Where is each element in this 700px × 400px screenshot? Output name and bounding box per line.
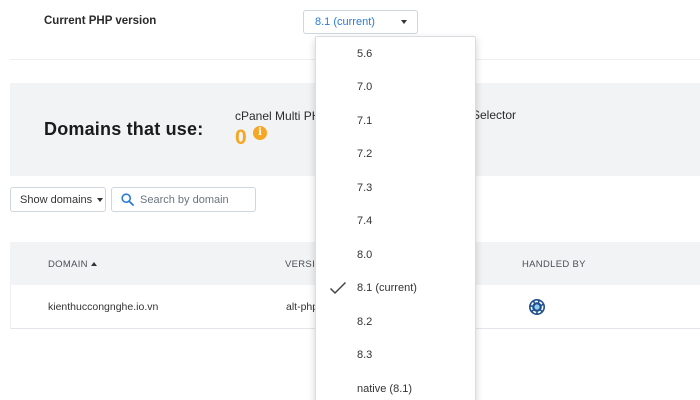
show-domains-label: Show domains xyxy=(20,193,93,206)
php-version-dropdown: 5.6 7.0 7.1 7.2 7.3 7.4 8.0 8.1 (current… xyxy=(315,36,476,400)
search-box[interactable] xyxy=(111,187,256,212)
info-icon[interactable]: i xyxy=(253,126,267,140)
panel-subtitle-right: Selector xyxy=(472,108,517,122)
chevron-down-icon xyxy=(97,197,104,202)
dropdown-option-8-3[interactable]: 8.3 xyxy=(316,339,475,372)
dropdown-option-7-3[interactable]: 7.3 xyxy=(316,171,475,204)
dropdown-option-7-0[interactable]: 7.0 xyxy=(316,71,475,104)
version-cell: alt-php xyxy=(286,301,319,313)
show-domains-button[interactable]: Show domains xyxy=(10,187,106,212)
php-version-select[interactable]: 8.1 (current) xyxy=(303,10,418,34)
column-header-handled-by: HANDLED BY xyxy=(522,259,586,270)
current-php-version-label: Current PHP version xyxy=(44,15,157,27)
search-icon xyxy=(121,193,134,206)
domains-count: 0 xyxy=(235,126,247,149)
check-icon xyxy=(329,281,347,294)
chevron-down-icon xyxy=(401,20,407,24)
dropdown-option-5-6[interactable]: 5.6 xyxy=(316,37,475,70)
dropdown-option-native[interactable]: native (8.1) xyxy=(316,372,475,400)
search-domain-input[interactable] xyxy=(140,193,248,206)
dropdown-option-8-0[interactable]: 8.0 xyxy=(316,238,475,271)
panel-subtitle-left: cPanel Multi PH xyxy=(235,109,321,123)
sort-ascending-icon xyxy=(90,262,97,266)
domain-cell[interactable]: kienthuccongnghe.io.vn xyxy=(48,301,158,313)
dropdown-option-8-1[interactable]: 8.1 (current) xyxy=(316,272,475,305)
domains-title: Domains that use: xyxy=(44,119,204,139)
dropdown-option-7-1[interactable]: 7.1 xyxy=(316,104,475,137)
dropdown-option-7-4[interactable]: 7.4 xyxy=(316,205,475,238)
column-header-domain-label: DOMAIN xyxy=(48,259,88,270)
cloudlinux-icon xyxy=(529,299,545,315)
php-version-select-value: 8.1 (current) xyxy=(315,16,375,28)
dropdown-option-7-2[interactable]: 7.2 xyxy=(316,138,475,171)
column-header-domain[interactable]: DOMAIN xyxy=(48,259,97,270)
dropdown-option-8-2[interactable]: 8.2 xyxy=(316,305,475,338)
